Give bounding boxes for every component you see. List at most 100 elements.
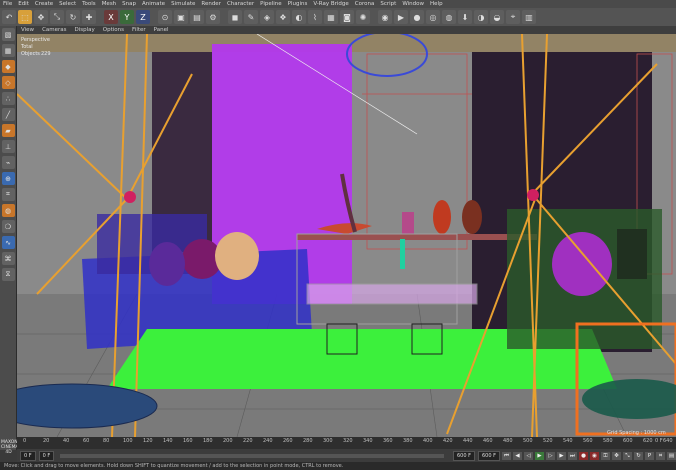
camera-icon[interactable]: ◙	[340, 10, 354, 24]
viewport-perspective[interactable]: Perspective Total Objects 229	[17, 34, 676, 437]
point-mode-icon[interactable]: ∴	[1, 92, 15, 105]
render-settings-icon[interactable]: ⚙	[206, 10, 220, 24]
corona-render-icon[interactable]: ◍	[442, 10, 456, 24]
pla-key-icon[interactable]: ⌗	[656, 451, 665, 460]
coordinate-system-icon[interactable]: ⊙	[158, 10, 172, 24]
menu-item-snap[interactable]: Snap	[119, 1, 139, 7]
scale-key-icon[interactable]: ⤡	[623, 451, 632, 460]
checkerboard-icon[interactable]: ▦	[1, 44, 15, 57]
record-icon[interactable]: ●	[579, 451, 588, 460]
snap-toggle-icon[interactable]: ⊕	[1, 172, 15, 185]
viewport-menu-options[interactable]: Options	[99, 27, 128, 33]
prev-frame-icon[interactable]: ◁	[524, 451, 533, 460]
end-frame-field[interactable]: 600 F	[477, 450, 500, 461]
viewport-menu-cameras[interactable]: Cameras	[38, 27, 70, 33]
go-to-start-icon[interactable]: ⏮	[502, 451, 511, 460]
symmetry-icon[interactable]: ⧖	[1, 268, 15, 281]
timeline-ruler[interactable]: 0 20 40 60 80 100 120 140 160 180 200 220 240 260 280 3…	[17, 430, 676, 449]
timeline-tick: 420	[443, 438, 453, 444]
play-icon[interactable]: ▶	[535, 451, 544, 460]
light-icon[interactable]: ✺	[356, 10, 370, 24]
corona-icon[interactable]: ◎	[426, 10, 440, 24]
rotate-icon[interactable]: ↻	[66, 10, 80, 24]
keyframe-selection-icon[interactable]: ⚿	[601, 451, 610, 460]
sculpt-icon[interactable]: ❍	[1, 220, 15, 233]
menu-item-select[interactable]: Select	[56, 1, 79, 7]
viewport-menu-panel[interactable]: Panel	[150, 27, 173, 33]
array-icon[interactable]: ❖	[276, 10, 290, 24]
vray-material-icon[interactable]: ●	[410, 10, 424, 24]
menu-item-window[interactable]: Window	[399, 1, 427, 7]
autokey-icon[interactable]: ◉	[590, 451, 599, 460]
menu-item-pipeline[interactable]: Pipeline	[257, 1, 285, 7]
render-view-icon[interactable]: ▣	[174, 10, 188, 24]
scene-icon[interactable]: ▦	[324, 10, 338, 24]
menu-item-script[interactable]: Script	[377, 1, 399, 7]
menu-item-corona[interactable]: Corona	[352, 1, 378, 7]
download-icon[interactable]: ⬇	[458, 10, 472, 24]
timeline-tick: 40	[63, 438, 70, 444]
rotation-key-icon[interactable]: ↻	[634, 451, 643, 460]
lamp-joint-left	[124, 191, 136, 203]
undo-icon[interactable]: ↶	[2, 10, 16, 24]
vray-icon[interactable]: ◉	[378, 10, 392, 24]
pen-icon[interactable]: ✎	[244, 10, 258, 24]
make-editable-icon[interactable]: ▧	[1, 28, 15, 41]
timeline-tick: 480	[503, 438, 513, 444]
render-picture-viewer-icon[interactable]: ▤	[190, 10, 204, 24]
menu-item-character[interactable]: Character	[224, 1, 257, 7]
scale-icon[interactable]: ⤡	[50, 10, 64, 24]
texture-mode-icon[interactable]: ◇	[1, 76, 15, 89]
timeline-tick: 280	[303, 438, 313, 444]
boole-icon[interactable]: ◐	[292, 10, 306, 24]
tweak-mode-icon[interactable]: ⌁	[1, 156, 15, 169]
live-selection-icon[interactable]: ⬚	[18, 10, 32, 24]
menu-item-create[interactable]: Create	[32, 1, 56, 7]
min-frame-field[interactable]: 0 F	[38, 450, 55, 461]
menu-item-animate[interactable]: Animate	[139, 1, 168, 7]
viewport-menu-filter[interactable]: Filter	[128, 27, 150, 33]
start-frame-field[interactable]: 0 F	[20, 450, 36, 461]
vray-render-icon[interactable]: ▶	[394, 10, 408, 24]
model-mode-icon[interactable]: ◆	[1, 60, 15, 73]
workplane-icon[interactable]: ⌗	[1, 188, 15, 201]
polygon-mode-icon[interactable]: ▰	[1, 124, 15, 137]
menu-item-file[interactable]: File	[0, 1, 15, 7]
material-ball-icon[interactable]: ◒	[490, 10, 504, 24]
menu-item-v-ray-bridge[interactable]: V-Ray Bridge	[310, 1, 351, 7]
menu-item-simulate[interactable]: Simulate	[168, 1, 198, 7]
snap-icon[interactable]: ⌖	[506, 10, 520, 24]
axis-mode-icon[interactable]: ⊥	[1, 140, 15, 153]
deformer-tool-icon[interactable]: ⌘	[1, 252, 15, 265]
cube-icon[interactable]: ◼	[228, 10, 242, 24]
menu-item-tools[interactable]: Tools	[79, 1, 99, 7]
deformer-icon[interactable]: ⌇	[308, 10, 322, 24]
lock-workplane-icon[interactable]: ◍	[1, 204, 15, 217]
viewport-menu-display[interactable]: Display	[71, 27, 99, 33]
menu-item-render[interactable]: Render	[198, 1, 224, 7]
spline-icon[interactable]: ∿	[1, 236, 15, 249]
z-axis-button[interactable]: Z	[136, 10, 150, 24]
edge-mode-icon[interactable]: ╱	[1, 108, 15, 121]
move-icon[interactable]: ✥	[34, 10, 48, 24]
x-axis-button[interactable]: X	[104, 10, 118, 24]
subdivision-icon[interactable]: ◈	[260, 10, 274, 24]
menu-item-plugins[interactable]: Plugins	[285, 1, 311, 7]
prev-key-icon[interactable]: ◀	[513, 451, 522, 460]
menu-item-edit[interactable]: Edit	[15, 1, 32, 7]
y-axis-button[interactable]: Y	[120, 10, 134, 24]
menu-item-help[interactable]: Help	[427, 1, 446, 7]
next-key-icon[interactable]: ▶	[557, 451, 566, 460]
param-key-icon[interactable]: P	[645, 451, 654, 460]
ipr-icon[interactable]: ◑	[474, 10, 488, 24]
position-key-icon[interactable]: ✥	[612, 451, 621, 460]
viewport-menu-view[interactable]: View	[17, 27, 38, 33]
layout-icon[interactable]: ▥	[522, 10, 536, 24]
max-frame-field[interactable]: 600 F	[452, 450, 475, 461]
add-icon[interactable]: ✚	[82, 10, 96, 24]
next-frame-icon[interactable]: ▷	[546, 451, 555, 460]
timeline-layout-icon[interactable]: ▤	[667, 451, 676, 460]
range-slider[interactable]	[60, 453, 444, 458]
menu-item-mesh[interactable]: Mesh	[99, 1, 119, 7]
go-to-end-icon[interactable]: ⏭	[568, 451, 577, 460]
